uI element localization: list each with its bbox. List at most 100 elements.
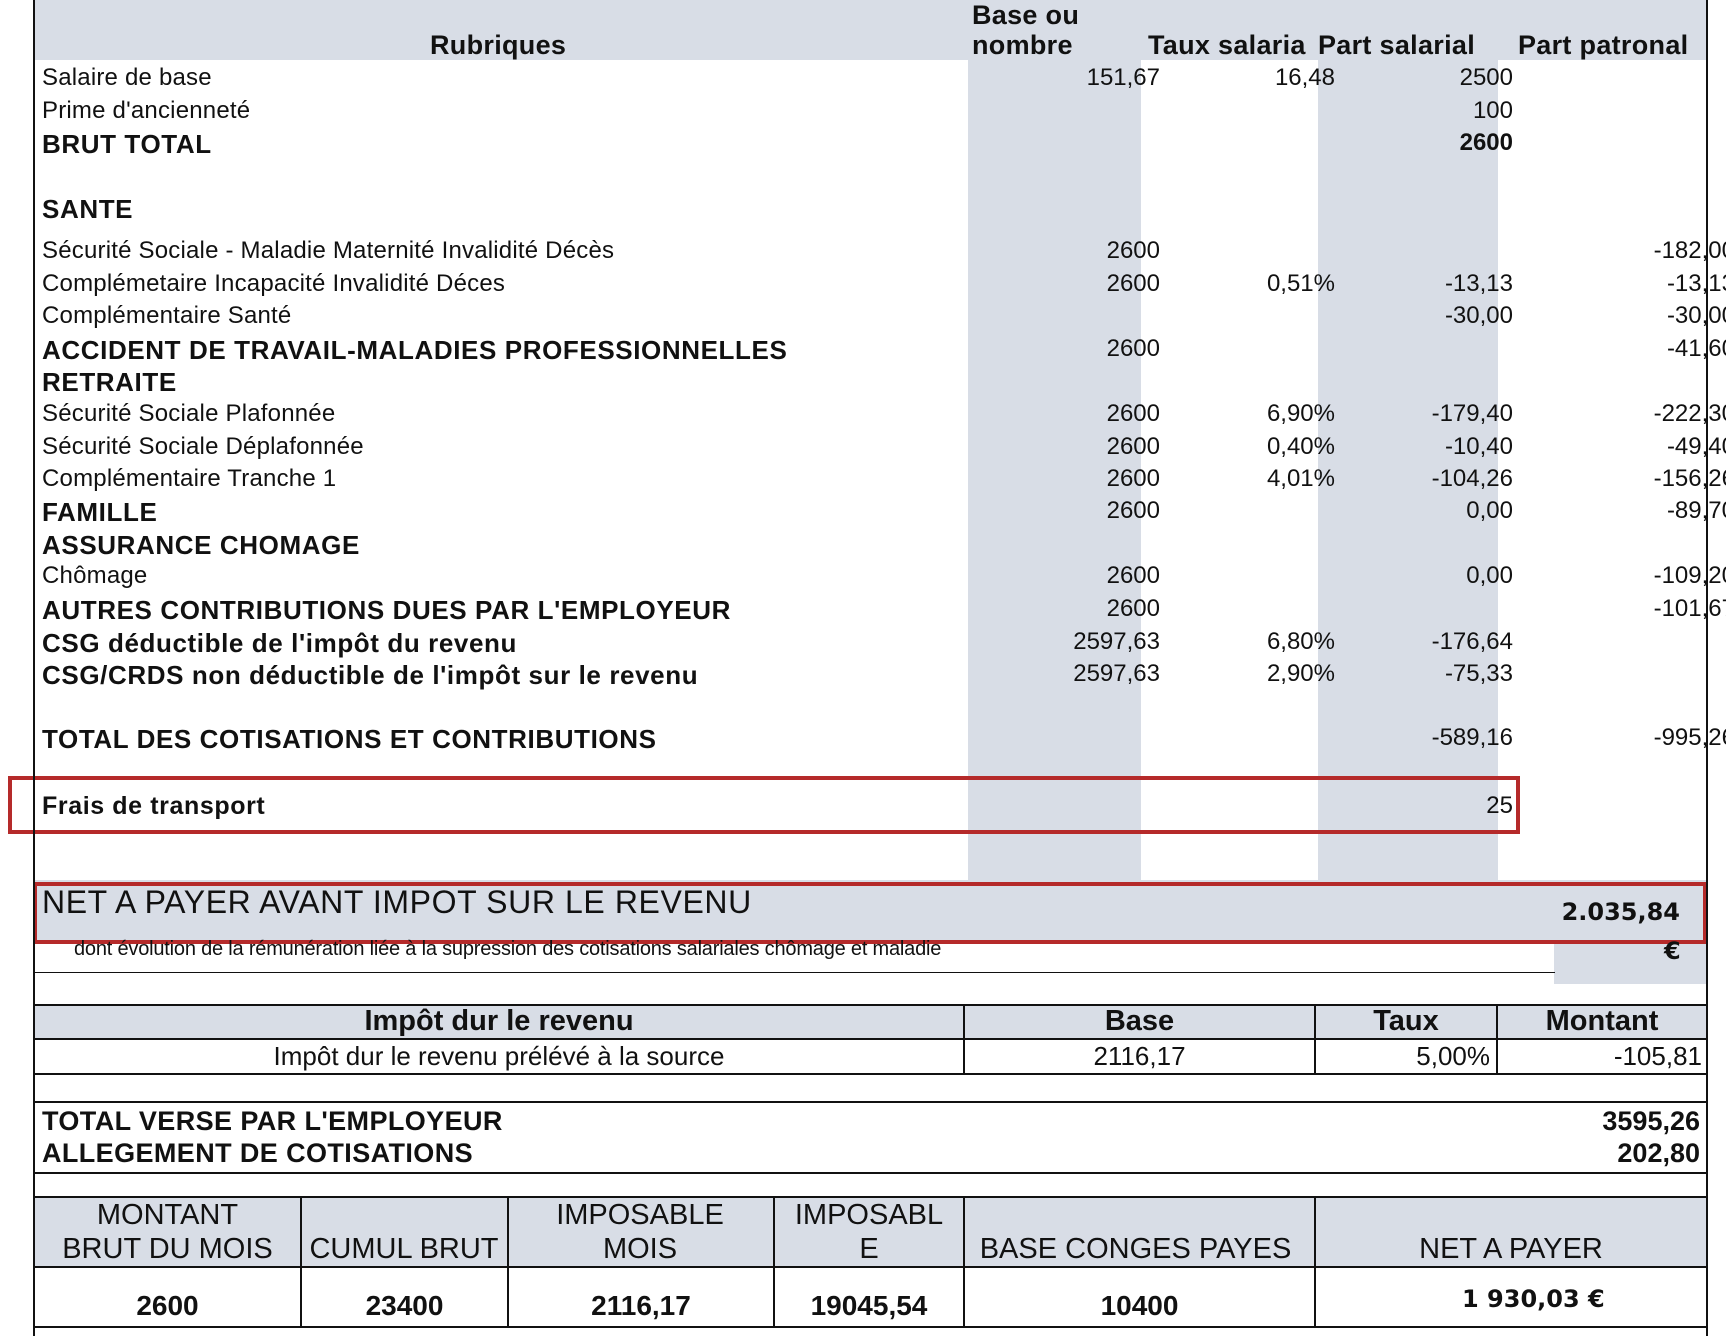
row-part-patronal: -101,67	[1653, 595, 1726, 622]
row-part-salarial: -10,40	[1444, 433, 1513, 460]
row-taux: 4,01%	[1266, 465, 1335, 492]
header-taux-salarial: Taux salaria	[1148, 30, 1306, 60]
row-part-patronal: -41,60	[1666, 335, 1726, 362]
row-part-patronal: -89,70	[1666, 497, 1726, 524]
row-prime-anciennete: Prime d'ancienneté 100	[35, 95, 1706, 127]
impot-row-base: 2116,17	[1093, 1041, 1186, 1071]
summary-value-net-a-payer: 1 930,03 €	[1462, 1285, 1605, 1313]
note-underline	[35, 972, 1555, 973]
row-autres-contributions: AUTRES CONTRIBUTIONS DUES PAR L'EMPLOYEU…	[35, 593, 1726, 625]
totals-bottom-line	[35, 1172, 1706, 1174]
row-part-salarial: -589,16	[1431, 724, 1513, 751]
summary-header-imposable2-line1: IMPOSABL	[794, 1199, 944, 1231]
row-part-patronal: -995,26	[1653, 724, 1726, 751]
row-taux: 0,40%	[1266, 433, 1335, 460]
row-label: ACCIDENT DE TRAVAIL-MALADIES PROFESSIONN…	[42, 335, 788, 365]
row-base: 151,67	[1086, 64, 1160, 91]
row-retraite: RETRAITE	[35, 365, 1706, 397]
row-total-cotisations: TOTAL DES COTISATIONS ET CONTRIBUTIONS -…	[35, 722, 1726, 754]
row-csg-deductible: CSG déductible de l'impôt du revenu 2597…	[35, 626, 1706, 658]
row-label: FAMILLE	[42, 497, 158, 527]
impot-header-base: Base	[1104, 1005, 1175, 1037]
row-securite-sociale-maladie: Sécurité Sociale - Maladie Maternité Inv…	[35, 235, 1726, 267]
currency-cell	[1554, 944, 1706, 984]
currency-symbol: €	[1664, 937, 1681, 965]
summary-value-imposable-mois: 2116,17	[591, 1290, 691, 1321]
row-taux: 2,90%	[1266, 660, 1335, 687]
header-part-salarial: Part salarial	[1318, 30, 1476, 60]
row-label: Sécurité Sociale Plafonnée	[42, 400, 336, 427]
summary-header-imposable-mois: IMPOSABLE MOIS	[507, 1198, 773, 1266]
net-highlight-box	[33, 882, 1707, 944]
summary-mid-line	[35, 1266, 1706, 1268]
header-base-ou: Base ou	[972, 0, 1080, 30]
transport-highlight-box	[8, 776, 1520, 834]
row-label: RETRAITE	[42, 367, 177, 397]
row-csg-crds-non-deductible: CSG/CRDS non déductible de l'impôt sur l…	[35, 658, 1706, 690]
impot-mid-line	[35, 1038, 1706, 1040]
impot-header-taux: Taux	[1373, 1005, 1439, 1037]
allegement-value: 202,80	[1617, 1138, 1700, 1168]
summary-value-imposable-cumul: 19045,54	[810, 1290, 928, 1321]
row-complementaire-incapacite: Complémetaire Incapacité Invalidité Déce…	[35, 268, 1726, 300]
row-famille: FAMILLE 2600 0,00 -89,70	[35, 495, 1726, 527]
summary-value-cumul-brut: 23400	[365, 1290, 444, 1321]
row-part-salarial: 2500	[1459, 64, 1513, 91]
row-base: 2600	[1106, 433, 1160, 460]
row-base: 2600	[1106, 335, 1160, 362]
row-part-salarial: 2600	[1459, 129, 1513, 156]
row-label: Sécurité Sociale - Maladie Maternité Inv…	[42, 237, 615, 264]
row-base: 2600	[1106, 562, 1160, 589]
summary-header-imposable-cumul: IMPOSABL E	[775, 1198, 963, 1266]
impot-header-montant: Montant	[1545, 1005, 1659, 1037]
row-part-salarial: -179,40	[1431, 400, 1513, 427]
summary-header-montant-line2: BRUT DU MOIS	[62, 1233, 273, 1265]
row-securite-sociale-plafonnee: Sécurité Sociale Plafonnée 2600 6,90% -1…	[35, 398, 1726, 430]
row-base: 2600	[1106, 497, 1160, 524]
row-label: Sécurité Sociale Déplafonnée	[42, 433, 364, 460]
summary-header-imposable-line2: MOIS	[602, 1233, 678, 1265]
row-label: Complémentaire Tranche 1	[42, 465, 337, 492]
row-part-patronal: -49,40	[1666, 433, 1726, 460]
impot-row-montant: -105,81	[1613, 1041, 1702, 1071]
summary-header-base-conges: BASE CONGES PAYES	[979, 1233, 1292, 1265]
summary-bottom-line	[35, 1326, 1706, 1328]
summary-header-net-a-payer: NET A PAYER	[1419, 1233, 1603, 1265]
summary-header-imposable-line1: IMPOSABLE	[556, 1199, 724, 1231]
total-verse-label: TOTAL VERSE PAR L'EMPLOYEUR	[42, 1106, 503, 1136]
summary-header-imposable2-line2: E	[859, 1233, 879, 1265]
row-label: AUTRES CONTRIBUTIONS DUES PAR L'EMPLOYEU…	[42, 595, 731, 625]
row-base: 2600	[1106, 465, 1160, 492]
row-part-salarial: -30,00	[1444, 302, 1513, 329]
totals-top-line	[35, 1101, 1706, 1103]
impot-header-label: Impôt dur le revenu	[364, 1005, 634, 1037]
row-label: CSG/CRDS non déductible de l'impôt sur l…	[42, 660, 699, 690]
row-base: 2600	[1106, 400, 1160, 427]
impot-row-taux: 5,00%	[1416, 1041, 1490, 1071]
row-part-salarial: 0,00	[1466, 562, 1513, 589]
row-taux: 0,51%	[1266, 270, 1335, 297]
row-base: 2600	[1106, 595, 1160, 622]
row-complementaire-sante: Complémentaire Santé -30,00 -30,00	[35, 300, 1726, 332]
row-part-salarial: -75,33	[1444, 660, 1513, 687]
row-label: Prime d'ancienneté	[42, 97, 251, 124]
net-evolution-note: dont évolution de la rémunération liée à…	[74, 938, 942, 960]
row-accident-travail: ACCIDENT DE TRAVAIL-MALADIES PROFESSIONN…	[35, 333, 1726, 365]
total-verse-value: 3595,26	[1602, 1106, 1700, 1136]
row-part-patronal: -156,26	[1653, 465, 1726, 492]
row-taux: 6,90%	[1266, 400, 1335, 427]
row-label: Complémetaire Incapacité Invalidité Déce…	[42, 270, 506, 297]
row-label: SANTE	[42, 194, 134, 224]
summary-header-montant: MONTANT BRUT DU MOIS	[35, 1198, 300, 1266]
row-assurance-chomage: ASSURANCE CHOMAGE	[35, 528, 1706, 560]
summary-header-montant-line1: MONTANT	[96, 1199, 239, 1231]
row-label: ASSURANCE CHOMAGE	[42, 530, 360, 560]
row-base: 2600	[1106, 237, 1160, 264]
row-part-salarial: -176,64	[1431, 628, 1513, 655]
frame-right-border	[1706, 0, 1708, 1336]
row-part-salarial: -13,13	[1444, 270, 1513, 297]
row-label: BRUT TOTAL	[42, 129, 212, 159]
row-label: TOTAL DES COTISATIONS ET CONTRIBUTIONS	[42, 724, 657, 754]
row-brut-total: BRUT TOTAL 2600	[35, 127, 1706, 159]
row-part-salarial: 100	[1472, 97, 1513, 124]
